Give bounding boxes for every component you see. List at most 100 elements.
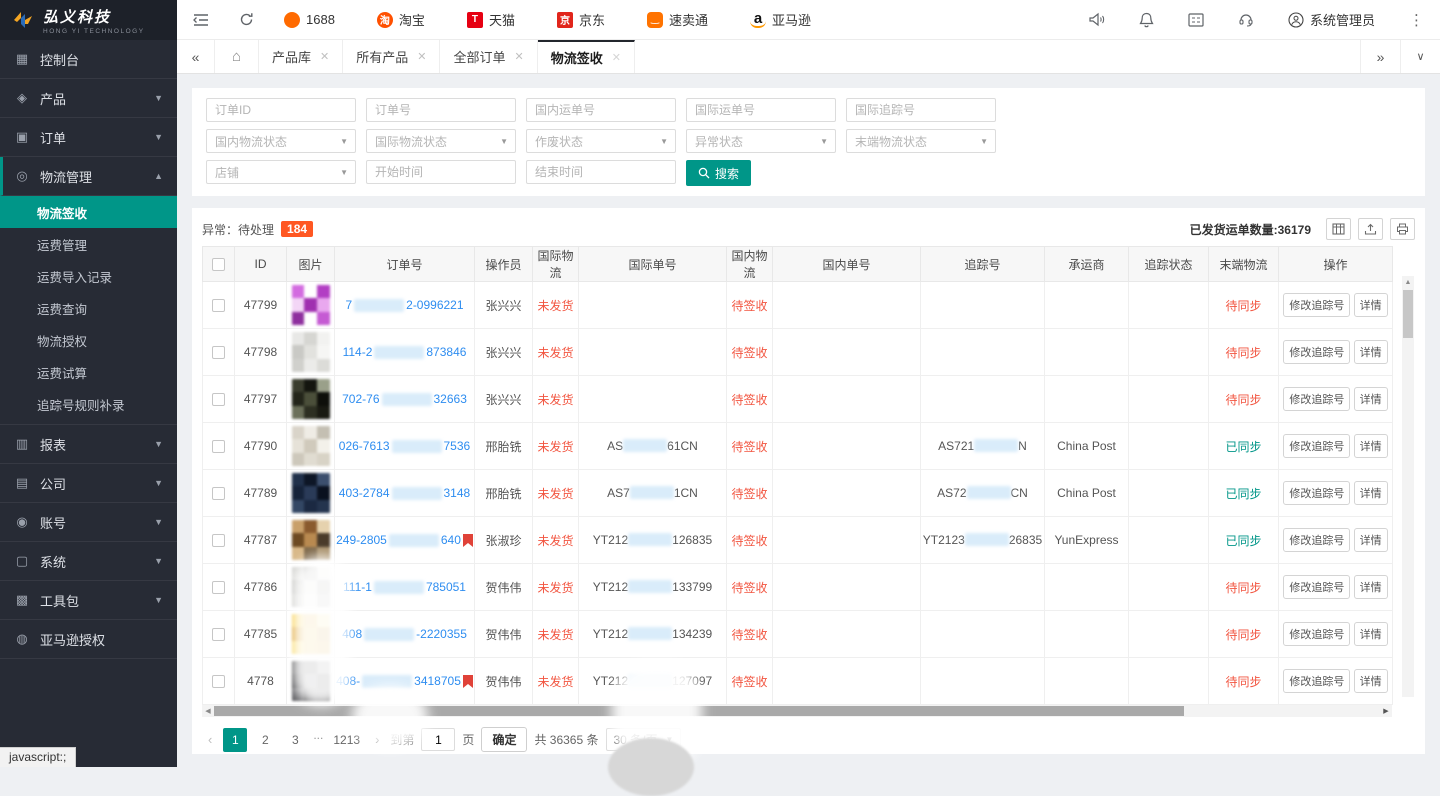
user-menu[interactable]: 系统管理员 (1288, 10, 1375, 29)
product-thumbnail[interactable] (292, 661, 330, 701)
goto-confirm-button[interactable]: 确定 (481, 727, 527, 752)
edit-tracking-button[interactable]: 修改追踪号 (1283, 340, 1350, 364)
filter-select-2[interactable]: 作废状态▼ (526, 129, 676, 153)
edit-tracking-button[interactable]: 修改追踪号 (1283, 481, 1350, 505)
filter-input-4[interactable] (846, 98, 996, 122)
sidebar-item-reports[interactable]: ▥报表▼ (0, 425, 177, 464)
details-button[interactable]: 详情 (1354, 528, 1388, 552)
goto-page-input[interactable] (421, 728, 455, 751)
order-number-value[interactable]: 702-7632663 (342, 392, 467, 406)
end-time-input[interactable] (526, 160, 676, 184)
product-thumbnail[interactable] (292, 426, 330, 466)
marketplace-link-aliexpress[interactable]: ‿速卖通 (647, 10, 708, 29)
product-thumbnail[interactable] (292, 332, 330, 372)
tab-close-icon[interactable]: ✕ (417, 50, 426, 63)
sidebar-subitem-logistics-receipt[interactable]: 物流签收 (0, 196, 177, 228)
horizontal-scroll-thumb[interactable] (214, 706, 1184, 716)
filter-input-1[interactable] (366, 98, 516, 122)
details-button[interactable]: 详情 (1354, 622, 1388, 646)
row-checkbox[interactable] (212, 581, 225, 594)
horizontal-scrollbar[interactable]: ◀ ▶ (202, 705, 1392, 717)
details-button[interactable]: 详情 (1354, 293, 1388, 317)
page-button-1[interactable]: 1 (223, 728, 247, 752)
order-number-value[interactable]: 72-0996221 (345, 298, 463, 312)
vertical-scroll-thumb[interactable] (1403, 290, 1413, 338)
page-button-2[interactable]: 2 (253, 728, 277, 752)
sidebar-item-accounts[interactable]: ◉账号▼ (0, 503, 177, 542)
app-logo[interactable]: 弘义科技 HONG YI TECHNOLOGY (0, 0, 177, 40)
product-thumbnail[interactable] (292, 614, 330, 654)
sidebar-item-system[interactable]: ▢系统▼ (0, 542, 177, 581)
announcement-icon[interactable] (1088, 12, 1105, 27)
sidebar-item-toolkit[interactable]: ▩工具包▼ (0, 581, 177, 620)
tab-产品库[interactable]: 产品库✕ (259, 40, 343, 73)
tabs-collapse-left-icon[interactable]: « (177, 40, 215, 73)
order-number-value[interactable]: 026-76137536 (339, 439, 470, 453)
notifications-bell-icon[interactable] (1139, 12, 1154, 28)
tab-全部订单[interactable]: 全部订单✕ (440, 40, 537, 73)
row-checkbox[interactable] (212, 440, 225, 453)
details-button[interactable]: 详情 (1354, 387, 1388, 411)
sidebar-subitem-tracking-rule-supplement[interactable]: 追踪号规则补录 (0, 388, 177, 420)
edit-tracking-button[interactable]: 修改追踪号 (1283, 575, 1350, 599)
filter-input-2[interactable] (526, 98, 676, 122)
edit-tracking-button[interactable]: 修改追踪号 (1283, 387, 1350, 411)
row-checkbox[interactable] (212, 628, 225, 641)
sidebar-item-products[interactable]: ◈产品▼ (0, 79, 177, 118)
tabs-dropdown-icon[interactable]: ∨ (1400, 40, 1440, 73)
next-page-icon[interactable]: › (371, 732, 383, 747)
page-button-3[interactable]: 3 (283, 728, 307, 752)
row-checkbox[interactable] (212, 675, 225, 688)
sidebar-item-company[interactable]: ▤公司▼ (0, 464, 177, 503)
sidebar-subitem-freight-trial[interactable]: 运费试算 (0, 356, 177, 388)
more-options-icon[interactable]: ⋮ (1409, 11, 1424, 29)
scroll-left-arrow-icon[interactable]: ◀ (202, 707, 214, 715)
refresh-icon[interactable] (239, 12, 254, 27)
per-page-select[interactable]: 30 条/页 ▼ (606, 728, 682, 751)
sidebar-item-logistics[interactable]: ◎物流管理▲ (0, 157, 177, 196)
tabs-scroll-right-icon[interactable]: » (1360, 40, 1400, 73)
details-button[interactable]: 详情 (1354, 575, 1388, 599)
order-number-value[interactable]: 111-1785051 (343, 580, 466, 594)
edit-tracking-button[interactable]: 修改追踪号 (1283, 434, 1350, 458)
filter-select-1[interactable]: 国际物流状态▼ (366, 129, 516, 153)
row-checkbox[interactable] (212, 487, 225, 500)
select-all-checkbox[interactable] (212, 258, 225, 271)
filter-input-0[interactable] (206, 98, 356, 122)
scroll-up-arrow-icon[interactable]: ▲ (1402, 276, 1414, 288)
row-checkbox[interactable] (212, 393, 225, 406)
tab-物流签收[interactable]: 物流签收✕ (538, 40, 635, 73)
search-button[interactable]: 搜索 (686, 160, 751, 186)
filter-select-0[interactable]: 国内物流状态▼ (206, 129, 356, 153)
edit-tracking-button[interactable]: 修改追踪号 (1283, 528, 1350, 552)
row-checkbox[interactable] (212, 346, 225, 359)
sidebar-item-console[interactable]: ▦控制台 (0, 40, 177, 79)
shop-select[interactable]: 店铺 ▼ (206, 160, 356, 184)
pending-label[interactable]: 待处理 (238, 221, 274, 238)
details-button[interactable]: 详情 (1354, 340, 1388, 364)
filter-select-4[interactable]: 末端物流状态▼ (846, 129, 996, 153)
marketplace-link-taobao[interactable]: 淘淘宝 (377, 10, 425, 29)
tab-close-icon[interactable]: ✕ (320, 50, 329, 63)
order-number-value[interactable]: 408-2220355 (342, 627, 467, 641)
sidebar-subitem-logistics-authorization[interactable]: 物流授权 (0, 324, 177, 356)
menu-fold-icon[interactable] (193, 13, 209, 27)
export-button[interactable] (1358, 218, 1383, 240)
order-number-value[interactable]: 249-2805640 (336, 533, 473, 547)
order-number-value[interactable]: 403-27843148 (339, 486, 470, 500)
product-thumbnail[interactable] (292, 520, 330, 560)
tab-所有产品[interactable]: 所有产品✕ (343, 40, 440, 73)
home-tab-icon[interactable]: ⌂ (215, 40, 259, 73)
sidebar-subitem-freight-management[interactable]: 运费管理 (0, 228, 177, 260)
filter-select-3[interactable]: 异常状态▼ (686, 129, 836, 153)
customer-service-icon[interactable] (1238, 12, 1254, 27)
prev-page-icon[interactable]: ‹ (204, 732, 216, 747)
filter-input-3[interactable] (686, 98, 836, 122)
marketplace-link-amazon[interactable]: a亚马逊 (750, 10, 811, 29)
workbench-grid-icon[interactable] (1188, 13, 1204, 27)
order-number-value[interactable]: 408-3418705 (336, 674, 473, 688)
edit-tracking-button[interactable]: 修改追踪号 (1283, 293, 1350, 317)
product-thumbnail[interactable] (292, 285, 330, 325)
details-button[interactable]: 详情 (1354, 669, 1388, 693)
product-thumbnail[interactable] (292, 567, 330, 607)
